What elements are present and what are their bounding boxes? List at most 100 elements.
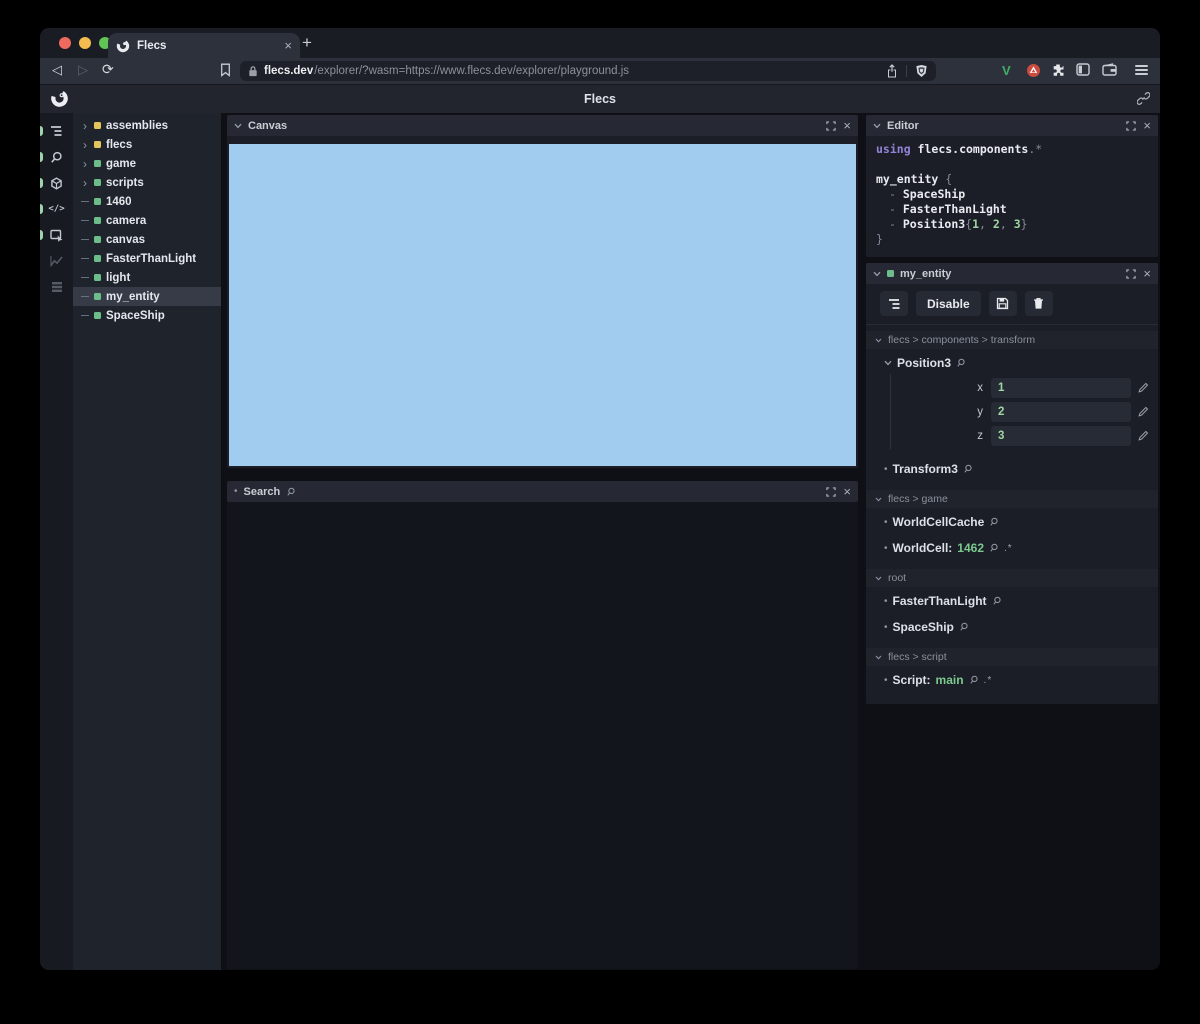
expand-caret-icon[interactable]: › <box>81 120 89 132</box>
tab-title: Flecs <box>137 39 167 52</box>
inspector-panel-header[interactable]: my_entity × <box>866 263 1158 284</box>
fullscreen-icon[interactable] <box>1126 120 1137 131</box>
fullscreen-icon[interactable] <box>826 486 837 497</box>
editor-panel: Editor × using flecs.components.* my_ent… <box>866 115 1158 257</box>
section-header-script[interactable]: flecs > script <box>866 648 1158 666</box>
main-content: Canvas × • Search × Editor × using flecs… <box>221 113 1160 970</box>
dock-stats-icon[interactable] <box>40 248 73 274</box>
tree-item-canvas[interactable]: canvas <box>73 230 221 249</box>
browser-menu-icon[interactable] <box>1135 65 1148 78</box>
reload-button[interactable]: ⟳ <box>102 61 114 78</box>
position3-z-input[interactable]: 3 <box>991 425 1131 446</box>
edit-pencil-icon[interactable] <box>1138 430 1149 441</box>
render-canvas[interactable] <box>229 144 856 466</box>
search-panel-body <box>227 502 858 969</box>
section-header-transform[interactable]: flecs > components > transform <box>866 331 1158 349</box>
edit-pencil-icon[interactable] <box>1138 382 1149 393</box>
close-window-button[interactable] <box>59 37 71 49</box>
leaf-dash-icon <box>81 315 89 316</box>
section-header-root[interactable]: root <box>866 569 1158 587</box>
component-position3[interactable]: Position3 <box>866 355 1158 371</box>
disable-button[interactable]: Disable <box>916 291 981 316</box>
tree-item-camera[interactable]: camera <box>73 211 221 230</box>
save-button[interactable] <box>988 291 1017 316</box>
wallet-icon[interactable] <box>1102 63 1117 76</box>
close-icon[interactable]: × <box>1143 267 1151 280</box>
tree-item-fasterthanlight[interactable]: FasterThanLight <box>73 249 221 268</box>
sidebar-toggle-icon[interactable] <box>1076 63 1090 76</box>
fullscreen-icon[interactable] <box>826 120 837 131</box>
search-icon[interactable] <box>989 517 999 527</box>
position3-x-input[interactable]: 1 <box>991 377 1131 398</box>
browser-tab[interactable]: Flecs × <box>108 33 300 58</box>
tree-item-scripts[interactable]: › scripts <box>73 173 221 192</box>
component-script-main[interactable]: • Script: main .* <box>866 672 1158 688</box>
search-icon[interactable] <box>992 596 1002 606</box>
field-row-z: z 3 <box>891 425 1158 446</box>
entity-inspector-panel: my_entity × Disable flecs > components >… <box>866 263 1158 704</box>
component-worldcell[interactable]: • WorldCell: 1462 .* <box>866 540 1158 556</box>
expand-caret-icon[interactable]: › <box>81 158 89 170</box>
window-controls <box>59 37 111 49</box>
tab-close-icon[interactable]: × <box>284 38 292 53</box>
dock-editor-icon[interactable]: </> <box>40 196 73 222</box>
brave-shield-icon[interactable] <box>915 64 928 78</box>
tree-item-my-entity-selected[interactable]: my_entity <box>73 287 221 306</box>
expand-caret-icon[interactable]: › <box>81 139 89 151</box>
dock-requests-icon[interactable] <box>40 274 73 300</box>
tree-item-light[interactable]: light <box>73 268 221 287</box>
link-icon[interactable] <box>1137 92 1150 105</box>
tree-item-spaceship[interactable]: SpaceShip <box>73 306 221 325</box>
browser-window: Flecs × + ◁ ▷ ⟳ flecs.dev /explorer/?was… <box>40 28 1160 970</box>
fullscreen-icon[interactable] <box>1126 268 1137 279</box>
brave-rewards-icon[interactable] <box>1026 63 1041 78</box>
expand-caret-icon[interactable]: › <box>81 177 89 189</box>
vue-devtools-extension-icon[interactable]: V <box>1002 63 1011 78</box>
close-icon[interactable]: × <box>843 119 851 132</box>
search-icon[interactable] <box>956 358 966 368</box>
search-icon[interactable] <box>963 464 973 474</box>
editor-panel-header[interactable]: Editor × <box>866 115 1158 136</box>
search-icon[interactable] <box>989 543 999 553</box>
inspector-toolbar: Disable <box>866 284 1158 325</box>
new-tab-button[interactable]: + <box>296 31 318 55</box>
search-panel: • Search × <box>227 481 858 969</box>
bookmark-icon[interactable] <box>220 63 231 77</box>
collapsed-dot-icon: • <box>884 595 888 607</box>
chevron-down-icon <box>875 576 882 580</box>
url-bar[interactable]: flecs.dev /explorer/?wasm=https://www.fl… <box>240 61 936 81</box>
close-icon[interactable]: × <box>843 485 851 498</box>
search-icon[interactable] <box>969 675 979 685</box>
search-panel-header[interactable]: • Search × <box>227 481 858 502</box>
url-path: /explorer/?wasm=https://www.flecs.dev/ex… <box>314 65 630 77</box>
component-worldcellcache[interactable]: • WorldCellCache <box>866 514 1158 530</box>
dock-entity-tree-icon[interactable] <box>40 118 73 144</box>
tag-fasterthanlight[interactable]: • FasterThanLight <box>866 593 1158 609</box>
tab-strip: Flecs × + <box>40 28 1160 58</box>
dock-inspector-icon[interactable] <box>40 222 73 248</box>
tree-item-flecs[interactable]: › flecs <box>73 135 221 154</box>
canvas-panel-header[interactable]: Canvas × <box>227 115 858 136</box>
forward-button[interactable]: ▷ <box>78 62 88 78</box>
position3-fields: x 1 y 2 z 3 <box>890 374 1158 449</box>
edit-pencil-icon[interactable] <box>1138 406 1149 417</box>
close-icon[interactable]: × <box>1143 119 1151 132</box>
component-transform3[interactable]: • Transform3 <box>866 461 1158 477</box>
back-button[interactable]: ◁ <box>52 62 62 78</box>
share-icon[interactable] <box>886 64 898 78</box>
chevron-down-icon <box>234 123 242 128</box>
tree-item-1460[interactable]: 1460 <box>73 192 221 211</box>
dock-commands-icon[interactable] <box>40 170 73 196</box>
position3-y-input[interactable]: 2 <box>991 401 1131 422</box>
extensions-puzzle-icon[interactable] <box>1051 63 1065 77</box>
tree-item-assemblies[interactable]: › assemblies <box>73 116 221 135</box>
section-header-game[interactable]: flecs > game <box>866 490 1158 508</box>
delete-button[interactable] <box>1024 291 1053 316</box>
tag-spaceship[interactable]: • SpaceShip <box>866 619 1158 635</box>
tree-item-game[interactable]: › game <box>73 154 221 173</box>
code-editor[interactable]: using flecs.components.* my_entity { - S… <box>866 136 1158 257</box>
search-icon[interactable] <box>959 622 969 632</box>
dock-search-icon[interactable] <box>40 144 73 170</box>
show-in-tree-button[interactable] <box>880 291 908 316</box>
minimize-window-button[interactable] <box>79 37 91 49</box>
